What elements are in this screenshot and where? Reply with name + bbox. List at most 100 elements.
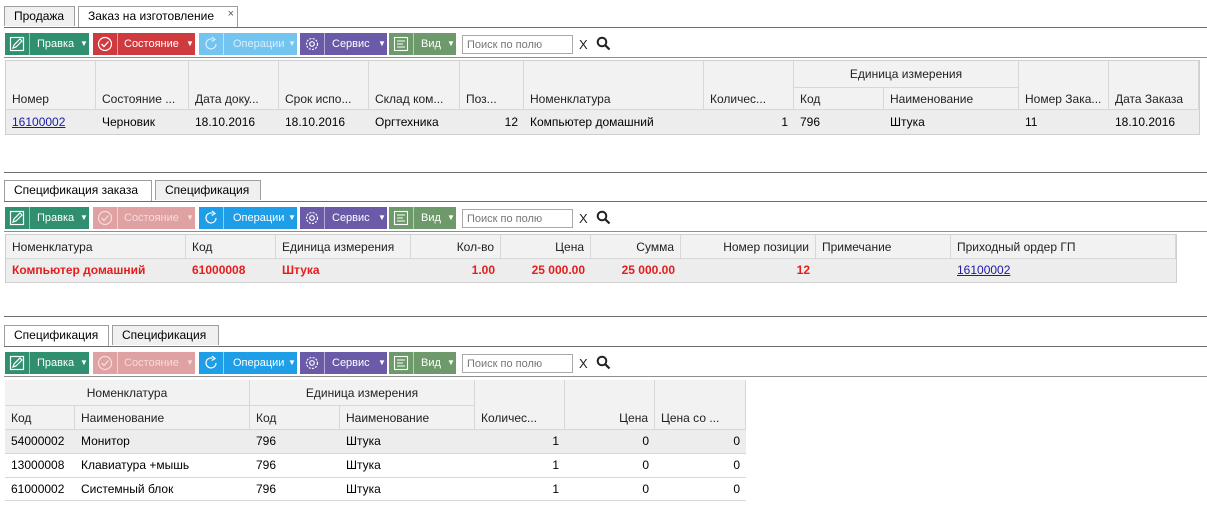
tab-spec[interactable]: Спецификация [155,180,261,200]
tab-zakaz[interactable]: Заказ на изготовление × [78,6,238,28]
column-header[interactable]: Примечание [816,235,951,259]
table-cell: 25 000.00 [621,263,675,277]
operations-button[interactable]: Операции ▼ [199,352,297,374]
tab-prodazha[interactable]: Продажа [4,6,75,26]
order-number-link[interactable]: 16100002 [6,110,96,134]
search-input[interactable] [462,209,573,228]
table-row[interactable]: 61000002 Системный блок 796 Штука 1 0 0 [5,478,746,501]
view-button[interactable]: Вид ▼ [389,207,456,229]
table-cell: 18.10.2016 [195,115,256,129]
close-icon[interactable]: × [228,5,234,24]
service-button[interactable]: Сервис ▼ [300,33,387,55]
tab-label: Спецификация заказа [14,183,138,197]
search-input[interactable] [462,35,573,54]
clear-search-button[interactable]: X [579,37,588,52]
column-header[interactable]: Поз... [460,61,524,110]
refresh-icon [199,207,223,229]
search-icon[interactable] [596,355,611,373]
table-row[interactable]: Компьютер домашний 61000008 Штука 1.00 2… [6,259,1176,282]
clear-search-button[interactable]: X [579,211,588,226]
column-header[interactable]: Номер Зака... [1019,61,1109,110]
check-circle-icon [93,352,117,374]
column-header[interactable]: Номенклатура [6,235,186,259]
state-label: Состояние [124,357,179,369]
table-cell: Системный блок [81,482,174,496]
divider [4,57,1207,58]
table-row[interactable]: 13000008 Клавиатура +мышь 796 Штука 1 0 … [5,454,746,477]
column-header[interactable]: Количес... [475,380,565,430]
state-button[interactable]: Состояние ▼ [93,33,195,55]
column-header[interactable]: Код [250,406,340,430]
receipt-order-link[interactable]: 16100002 [951,259,1176,282]
search-input[interactable] [462,354,573,373]
view-button[interactable]: Вид ▼ [389,352,456,374]
table-cell: Компьютер домашний [530,115,654,129]
check-circle-icon [93,33,117,55]
column-header[interactable]: Номенклатура [524,61,704,110]
refresh-icon [199,33,223,55]
table-cell: Штука [282,263,320,277]
column-header[interactable]: Код [5,406,75,430]
column-header[interactable]: Срок испо... [279,61,369,110]
column-header[interactable]: Дата Заказа [1109,61,1199,110]
operations-button[interactable]: Операции ▼ [199,33,297,55]
link[interactable]: 16100002 [12,115,65,129]
column-header[interactable]: Дата доку... [189,61,279,110]
divider [4,231,1207,232]
column-header[interactable]: Склад ком... [369,61,460,110]
divider [4,316,1207,317]
spec-items-grid: Номенклатура Единица измерения Код Наиме… [5,380,746,501]
edit-button[interactable]: Правка ▼ [5,207,89,229]
link[interactable]: 16100002 [957,263,1010,277]
edit-button[interactable]: Правка ▼ [5,33,89,55]
state-button[interactable]: Состояние ▼ [93,207,195,229]
row-divider [5,500,746,501]
chevron-down-icon: ▼ [80,358,88,367]
tab-spec-items[interactable]: Спецификация [4,325,109,347]
column-header[interactable]: Цена [501,235,591,259]
table-row[interactable]: 54000002 Монитор 796 Штука 1 0 0 [5,430,746,453]
column-header[interactable]: Приходный ордер ГП [951,235,1176,259]
table-row[interactable]: 16100002 Черновик 18.10.2016 18.10.2016 … [6,110,1199,134]
service-button[interactable]: Сервис ▼ [300,207,387,229]
edit-label: Правка [37,357,75,369]
operations-label: Операции [233,38,285,50]
column-header[interactable]: Наименование [884,88,1019,110]
view-button[interactable]: Вид ▼ [389,33,456,55]
search-icon[interactable] [596,36,611,54]
column-header[interactable]: Единица измерения [276,235,411,259]
column-header[interactable]: Код [186,235,276,259]
service-label: Сервис [332,38,370,50]
column-header[interactable]: Код [794,88,884,110]
tab-spec-items-2[interactable]: Спецификация [112,325,219,345]
column-header[interactable]: Номер [6,61,96,110]
clear-search-button[interactable]: X [579,356,588,371]
edit-button[interactable]: Правка ▼ [5,352,89,374]
tab-spec-order[interactable]: Спецификация заказа [4,180,152,202]
column-header[interactable]: Номер позиции [681,235,816,259]
tab-label: Спецификация [122,328,207,342]
column-header[interactable]: Наименование [75,406,250,430]
operations-button[interactable]: Операции ▼ [199,207,297,229]
column-group-header: Единица измерения [794,61,1019,88]
view-label: Вид [421,357,441,369]
gear-icon [300,352,324,374]
search-icon[interactable] [596,210,611,228]
column-header[interactable]: Сумма [591,235,681,259]
table-cell: 13000008 [11,458,65,472]
service-button[interactable]: Сервис ▼ [300,352,387,374]
column-header[interactable]: Количес... [704,61,794,110]
chevron-down-icon: ▼ [447,358,455,367]
chevron-down-icon: ▼ [288,358,296,367]
table-cell: 1 [552,482,559,496]
column-header[interactable]: Наименование [340,406,475,430]
column-header[interactable]: Цена со ... [655,380,746,430]
column-header[interactable]: Кол-во [411,235,501,259]
state-button[interactable]: Состояние ▼ [93,352,195,374]
chevron-down-icon: ▼ [378,39,386,48]
column-header[interactable]: Цена [565,380,655,430]
service-label: Сервис [332,212,370,224]
column-header[interactable]: Состояние ... [96,61,189,110]
gear-icon [300,207,324,229]
table-cell: Черновик [102,115,155,129]
